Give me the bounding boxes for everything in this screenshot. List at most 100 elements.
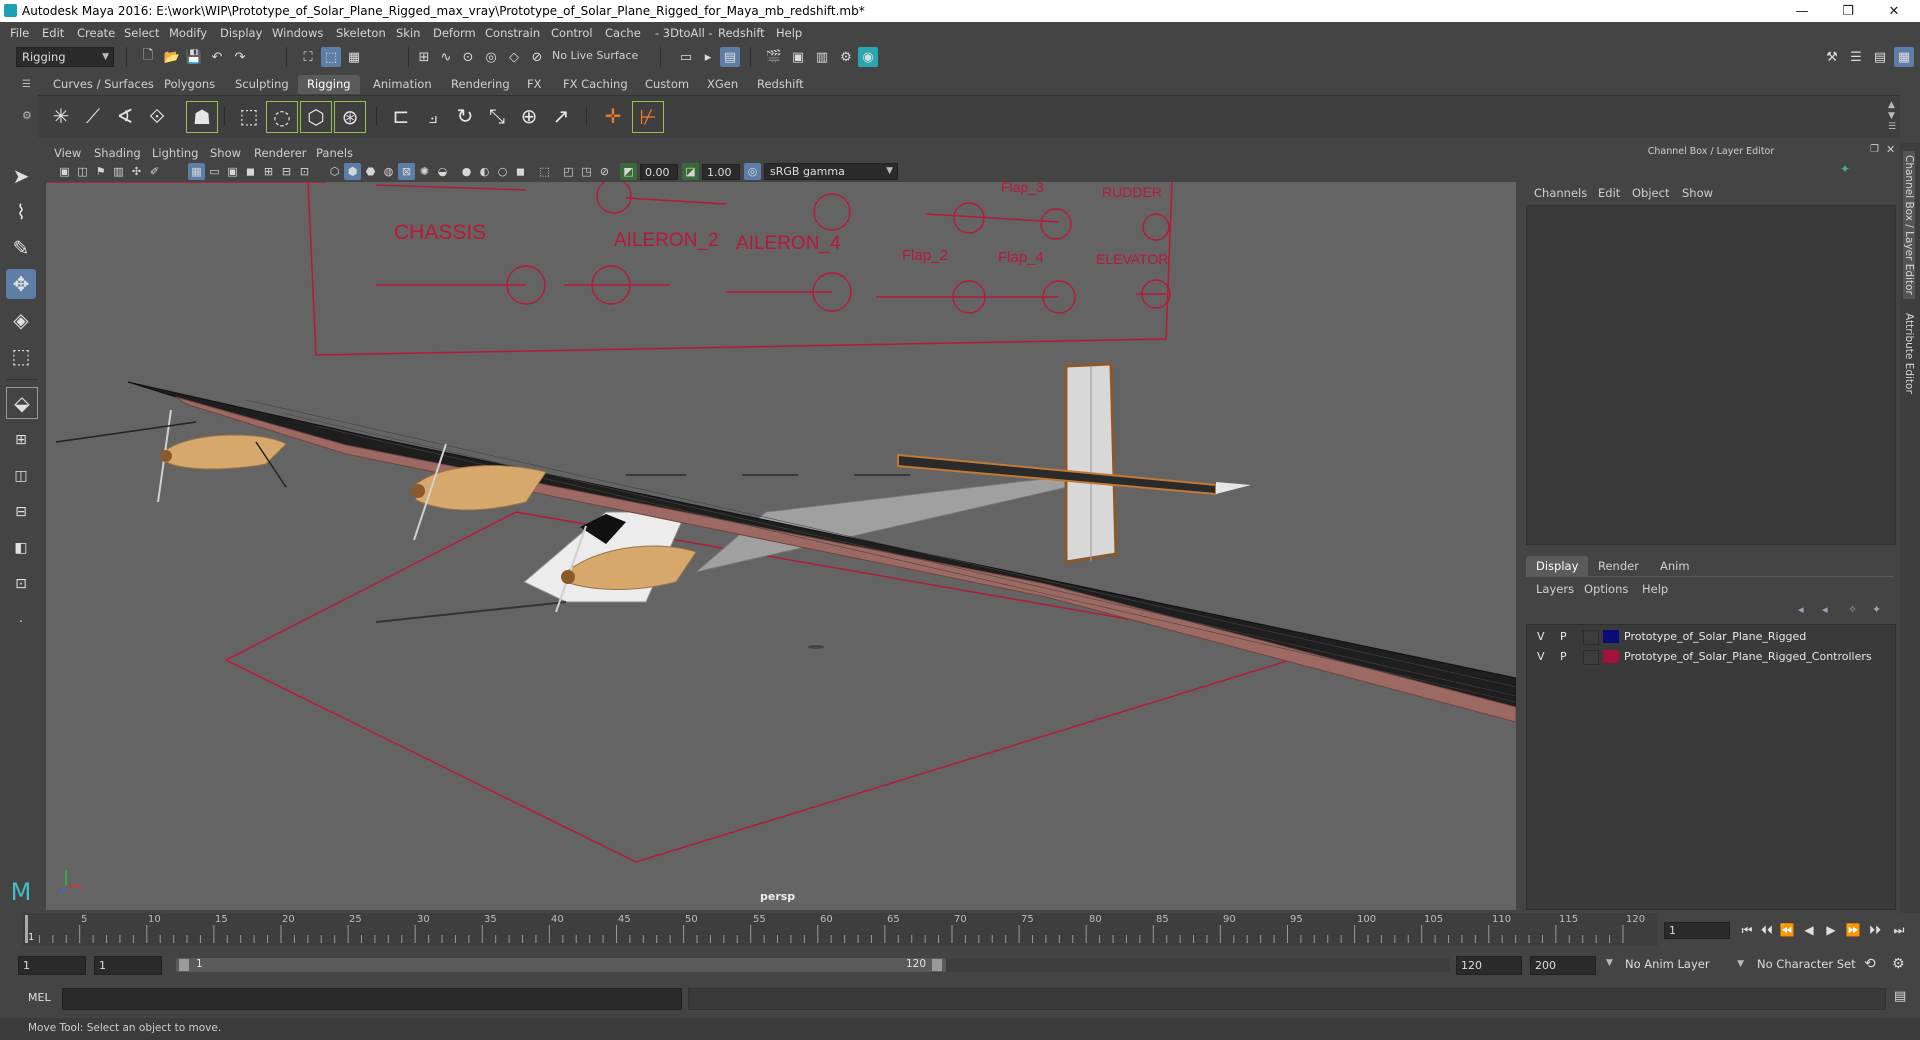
2d-pan-zoom-icon[interactable]: ✣ (128, 163, 145, 180)
close-panel-icon[interactable]: ✕ (1886, 143, 1895, 156)
lattice-icon[interactable]: ⬡ (300, 101, 332, 133)
smooth-shade-icon[interactable]: ⬢ (344, 163, 361, 180)
layer-playback-toggle[interactable]: P (1560, 650, 1567, 663)
persp-graph-layout-icon[interactable]: ⊟ (6, 497, 36, 527)
step-back-key-icon[interactable]: ⏪ (1778, 921, 1796, 939)
shelf-tab-xgen[interactable]: XGen (698, 75, 747, 94)
viewport-menu-show[interactable]: Show (210, 146, 241, 160)
parent-constraint-icon[interactable]: ⊕ (514, 101, 544, 131)
make-live-icon[interactable]: ⊘ (527, 47, 547, 67)
shelf-settings-icon[interactable]: ⚙ (22, 109, 32, 122)
humanik-icon[interactable]: ☗ (186, 101, 218, 133)
channel-box-option-icon[interactable]: ● (1860, 162, 1870, 176)
move-tool-icon[interactable]: ✥ (6, 269, 36, 299)
paint-select-tool-icon[interactable]: ✎ (6, 233, 36, 263)
live-surface-label[interactable]: No Live Surface (552, 49, 638, 62)
shelf-tab-animation[interactable]: Animation (364, 75, 441, 94)
layers-menu[interactable]: Layers (1536, 582, 1574, 596)
layer-playback-toggle[interactable]: P (1560, 630, 1567, 643)
rotate-tool-icon[interactable]: ◈ (6, 305, 36, 335)
shelf-tab-custom[interactable]: Custom (636, 75, 698, 94)
new-scene-icon[interactable]: 🗋 (138, 47, 158, 67)
viewport-menu-view[interactable]: View (54, 146, 81, 160)
layer-help-menu[interactable]: Help (1642, 582, 1668, 596)
grease-pencil-icon[interactable]: ✐ (146, 163, 163, 180)
paint-weights-icon[interactable]: ⊏ (386, 101, 416, 131)
film-gate-icon[interactable]: ▭ (206, 163, 223, 180)
output-ops-icon[interactable]: ▸ (698, 47, 718, 67)
menu-cache[interactable]: Cache (605, 26, 641, 40)
menu-modify[interactable]: Modify (169, 26, 207, 40)
select-object-icon[interactable]: ⬚ (321, 47, 341, 67)
menu-skin[interactable]: Skin (396, 26, 420, 40)
aim-constraint-icon[interactable]: ↗ (546, 101, 576, 131)
command-input[interactable] (62, 988, 682, 1010)
locator-icon[interactable]: ✛ (598, 101, 628, 131)
side-tab-attribute-editor[interactable]: Attribute Editor (1903, 313, 1915, 394)
screen-space-ao-icon[interactable]: ● (458, 163, 475, 180)
undo-icon[interactable]: ↶ (207, 47, 227, 67)
range-slider-start-handle[interactable] (179, 959, 189, 971)
channel-object-menu[interactable]: Object (1632, 186, 1669, 200)
bookmark-icon[interactable]: ⚑ (92, 163, 109, 180)
set-driven-key-icon[interactable]: ⊬ (632, 101, 664, 133)
side-tab-channel-box[interactable]: Channel Box / Layer Editor (1903, 151, 1915, 299)
viewport-menu-shading[interactable]: Shading (94, 146, 141, 160)
shelf-scroll-icon[interactable]: ▲ ▼ ☰ (1888, 100, 1896, 133)
layer-tab-display[interactable]: Display (1526, 556, 1589, 576)
channel-box-tool-icon[interactable]: ✦ (1840, 162, 1850, 176)
motion-blur-icon[interactable]: ◐ (476, 163, 493, 180)
layer-row[interactable]: V P Prototype_of_Solar_Plane_Rigged (1527, 628, 1895, 646)
animation-end-field[interactable]: 200 (1530, 956, 1596, 975)
float-panel-icon[interactable]: ❐ (1870, 144, 1879, 155)
shelf-tab-polygons[interactable]: Polygons (155, 75, 224, 94)
snap-curve-icon[interactable]: ∿ (436, 47, 456, 67)
chevron-down-icon[interactable]: ▼ (1606, 958, 1613, 968)
character-set-dropdown[interactable]: No Character Set (1752, 956, 1864, 975)
render-settings-icon[interactable]: ⚙ (836, 47, 856, 67)
wireframe-icon[interactable]: ⬡ (326, 163, 343, 180)
xray-icon[interactable]: ⊠ (398, 163, 415, 180)
grid-icon[interactable]: ▦ (188, 163, 205, 180)
field-chart-icon[interactable]: ⊞ (260, 163, 277, 180)
create-empty-layer-icon[interactable]: ✧ (1848, 603, 1857, 616)
go-to-end-icon[interactable]: ⏭ (1890, 921, 1908, 939)
select-hierarchy-icon[interactable]: ⛶ (298, 47, 318, 67)
layer-color-swatch[interactable] (1603, 650, 1619, 663)
menu-3dtoall[interactable]: - 3DtoAll - (655, 26, 713, 40)
shelf-tab-sculpting[interactable]: Sculpting (226, 75, 298, 94)
use-lights-icon[interactable]: ✺ (416, 163, 433, 180)
persp-outliner-layout-icon[interactable]: ◫ (6, 461, 36, 491)
layer-tab-anim[interactable]: Anim (1650, 556, 1700, 576)
mirror-joint-icon[interactable]: ⟐ (142, 101, 172, 131)
scale-tool-icon[interactable]: ⬚ (6, 341, 36, 371)
shelf-tab-curves-surfaces[interactable]: Curves / Surfaces (44, 75, 163, 94)
depth-of-field-icon[interactable]: ◼ (512, 163, 529, 180)
gamma-field[interactable]: 1.00 (702, 164, 740, 180)
resolution-gate-icon[interactable]: ▣ (224, 163, 241, 180)
channel-show-menu[interactable]: Show (1682, 186, 1713, 200)
menu-select[interactable]: Select (124, 26, 159, 40)
exposure-icon[interactable]: ◩ (620, 163, 637, 180)
toolbox-more-icon[interactable]: ‧ (6, 607, 36, 637)
ipr-render-icon[interactable]: ▥ (812, 47, 832, 67)
menu-file[interactable]: File (10, 26, 29, 40)
camera-attributes-icon[interactable]: ◫ (74, 163, 91, 180)
xray-joints-icon[interactable]: ◰ (560, 163, 577, 180)
open-scene-icon[interactable]: 📂 (162, 47, 182, 67)
layer-visibility-toggle[interactable]: V (1537, 630, 1545, 643)
move-layer-down-icon[interactable]: ◂ (1822, 603, 1828, 616)
snap-point-icon[interactable]: ⊙ (458, 47, 478, 67)
select-tool-icon[interactable]: ➤ (6, 161, 36, 191)
attribute-editor-toggle-icon[interactable]: ☰ (1846, 47, 1866, 67)
save-scene-icon[interactable]: 💾 (184, 47, 204, 67)
snap-surface-icon[interactable]: ◇ (504, 47, 524, 67)
snap-grid-icon[interactable]: ⊞ (414, 47, 434, 67)
construction-history-icon[interactable]: ▤ (720, 47, 740, 67)
menu-deform[interactable]: Deform (433, 26, 476, 40)
create-layer-from-selected-icon[interactable]: ✦ (1872, 603, 1881, 616)
smooth-bind-icon[interactable]: ◌ (266, 101, 298, 133)
move-layer-up-icon[interactable]: ◂ (1798, 603, 1804, 616)
cluster-icon[interactable]: ⊛ (334, 101, 366, 133)
viewport-menu-panels[interactable]: Panels (316, 146, 353, 160)
